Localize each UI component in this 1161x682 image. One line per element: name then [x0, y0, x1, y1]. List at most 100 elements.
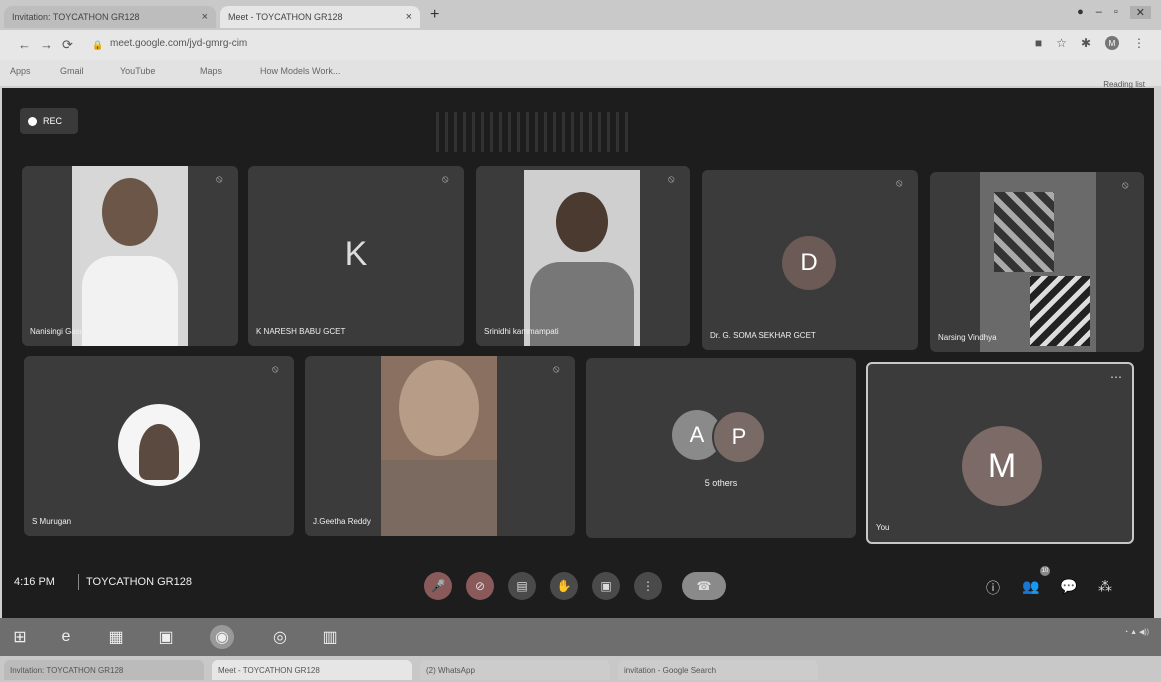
video-off-icon[interactable]: ⊘ — [466, 572, 494, 600]
profile-dot-icon[interactable]: ● — [1077, 6, 1084, 19]
meeting-time: 4:16 PM — [14, 576, 55, 588]
file-explorer-icon[interactable]: ▦ — [104, 625, 128, 649]
star-icon[interactable]: ☆ — [1056, 36, 1067, 50]
participant-initial: K — [344, 234, 368, 273]
participant-name: J.Geetha Reddy — [313, 517, 371, 526]
divider — [78, 574, 79, 590]
mic-off-icon: ⦸ — [442, 174, 449, 185]
system-tray: ◔ ▲ ◀)) — [1124, 628, 1149, 638]
participant-body — [82, 256, 178, 346]
mic-off-icon: ⦸ — [1122, 180, 1129, 191]
meeting-name: TOYCATHON GR128 — [86, 576, 192, 588]
self-tile[interactable]: M ⋯ You — [866, 362, 1134, 544]
tab-label: Meet - TOYCATHON GR128 — [228, 12, 343, 22]
people-icon[interactable]: 👥 — [1022, 578, 1039, 595]
participant-head — [556, 192, 608, 252]
mic-off-icon: ⦸ — [272, 364, 279, 375]
lock-icon: 🔒 — [92, 40, 104, 50]
address-bar-actions: ■ ☆ ✱ M ⋮ — [1035, 36, 1145, 50]
people-count-badge: 10 — [1040, 566, 1050, 576]
captions-icon[interactable]: ▤ — [508, 572, 536, 600]
participant-video — [381, 356, 497, 536]
browser-tab[interactable]: invitation - Google Search — [618, 660, 818, 680]
bookmark-gmail[interactable]: Gmail — [60, 66, 84, 76]
participant-name: Srinidhi kammampati — [484, 327, 559, 336]
more-options-icon[interactable]: ⋯ — [1110, 370, 1122, 384]
participant-tile[interactable]: D ⦸ Dr. G. SOMA SEKHAR GCET — [702, 170, 918, 350]
participant-head — [399, 360, 479, 456]
more-icon[interactable]: ⋮ — [634, 572, 662, 600]
app-icon[interactable]: ◎ — [268, 625, 292, 649]
menu-icon[interactable]: ⋮ — [1133, 36, 1145, 50]
notification-banner — [430, 112, 630, 152]
participant-background — [1030, 276, 1090, 346]
bookmark-how-models-work[interactable]: How Models Work... — [260, 66, 340, 76]
participant-video — [72, 166, 188, 346]
participant-name: You — [876, 523, 890, 532]
participant-tile[interactable]: ⦸ J.Geetha Reddy — [305, 356, 575, 536]
url-field[interactable]: meet.google.com/jyd-gmrg-cim — [110, 38, 247, 49]
network-icon[interactable]: ◔ ▲ ◀)) — [1124, 629, 1149, 636]
mic-off-icon: ⦸ — [553, 364, 560, 375]
participant-tile[interactable]: ⦸ Nanisingi Gasu... — [22, 166, 238, 346]
reload-icon[interactable]: ⟳ — [62, 37, 73, 53]
participant-initial: P — [712, 410, 766, 464]
record-dot-icon — [28, 116, 37, 126]
browser-tab[interactable]: Meet - TOYCATHON GR128 — [212, 660, 412, 680]
rec-label: REC — [43, 116, 63, 126]
extensions-icon[interactable]: ✱ — [1081, 36, 1091, 50]
chat-icon[interactable]: 💬 — [1060, 578, 1077, 595]
forward-icon[interactable]: → — [40, 37, 53, 52]
recording-indicator: REC — [20, 108, 78, 134]
bookmark-youtube[interactable]: YouTube — [120, 66, 155, 76]
participant-avatar — [118, 404, 200, 486]
present-icon[interactable]: ▣ — [592, 572, 620, 600]
participant-name: K NARESH BABU GCET — [256, 327, 346, 336]
mic-off-icon[interactable]: 🎤 — [424, 572, 452, 600]
participant-initial: D — [782, 236, 836, 290]
bookmarks-bar — [0, 60, 1161, 86]
bookmark-maps[interactable]: Maps — [200, 66, 222, 76]
info-icon[interactable]: ⓘ — [986, 578, 1000, 598]
participant-initial: M — [962, 426, 1042, 506]
participant-tile[interactable]: ⦸ Narsing Vindhya — [930, 172, 1144, 352]
close-icon[interactable]: × — [406, 11, 412, 23]
participant-video — [980, 172, 1096, 352]
close-window-icon[interactable]: ✕ — [1129, 6, 1151, 19]
hangup-icon[interactable]: ☎ — [682, 572, 726, 600]
participant-name: Dr. G. SOMA SEKHAR GCET — [710, 331, 816, 340]
participant-video — [524, 170, 640, 346]
tab-label: Invitation: TOYCATHON GR128 — [12, 12, 140, 22]
participant-photo — [139, 424, 179, 480]
browser-tab[interactable]: Invitation: TOYCATHON GR128 — [4, 660, 204, 680]
browser-tab[interactable]: (2) WhatsApp — [420, 660, 610, 680]
chrome-icon[interactable]: ◉ — [210, 625, 234, 649]
minimize-icon[interactable]: – — [1096, 6, 1102, 19]
participant-tile[interactable]: ⦸ Srinidhi kammampati — [476, 166, 690, 346]
profile-avatar[interactable]: M — [1105, 36, 1119, 50]
new-tab-button[interactable]: + — [430, 6, 439, 24]
edge-icon[interactable]: e — [54, 625, 78, 649]
back-icon[interactable]: ← — [18, 37, 31, 52]
raise-hand-icon[interactable]: ✋ — [550, 572, 578, 600]
maximize-icon[interactable]: ▫ — [1114, 6, 1118, 19]
participant-tile[interactable]: K ⦸ K NARESH BABU GCET — [248, 166, 464, 346]
mic-off-icon: ⦸ — [896, 178, 903, 189]
others-tile[interactable]: A P 5 others — [586, 358, 856, 538]
camera-icon[interactable]: ■ — [1035, 36, 1042, 50]
participant-name: Narsing Vindhya — [938, 333, 997, 342]
store-icon[interactable]: ▣ — [154, 625, 178, 649]
browser-tab-meet[interactable]: Meet - TOYCATHON GR128 × — [220, 6, 420, 28]
participant-tile[interactable]: ⦸ S Murugan — [24, 356, 294, 536]
mic-off-icon: ⦸ — [216, 174, 223, 185]
browser-tab-invitation[interactable]: Invitation: TOYCATHON GR128 × — [4, 6, 216, 28]
close-icon[interactable]: × — [202, 11, 208, 23]
app-icon[interactable]: ▥ — [318, 625, 342, 649]
bookmark-apps[interactable]: Apps — [10, 66, 31, 76]
participant-name: S Murugan — [32, 517, 72, 526]
participant-head — [102, 178, 158, 246]
window-controls: ● – ▫ ✕ — [1077, 6, 1151, 19]
participant-background — [994, 192, 1054, 272]
windows-start-icon[interactable]: ⊞ — [8, 625, 32, 649]
activities-icon[interactable]: ⁂ — [1098, 578, 1112, 595]
